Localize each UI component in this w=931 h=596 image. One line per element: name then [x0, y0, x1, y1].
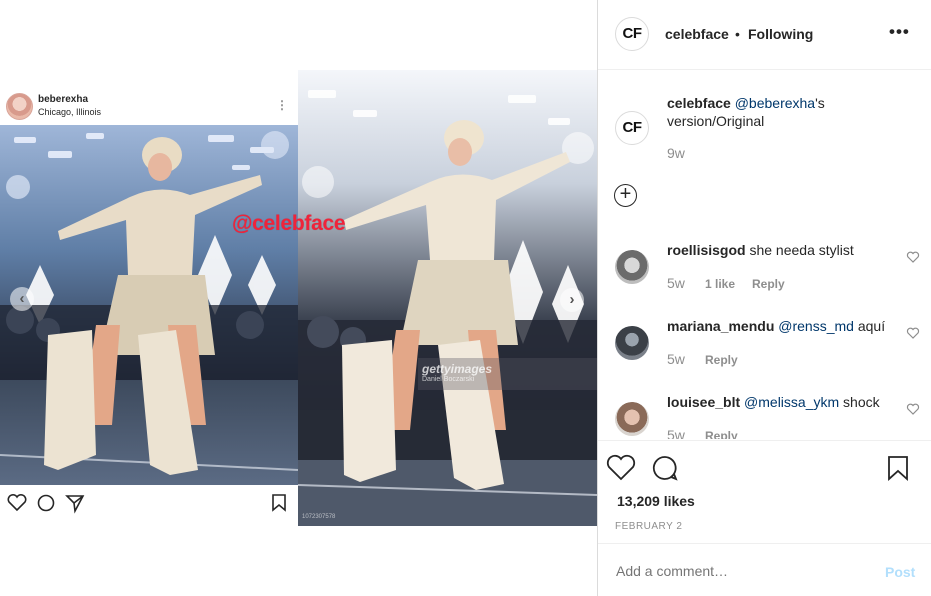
likes-count[interactable]: 13,209 likes [617, 493, 695, 509]
getty-credit: Daniel Boczarski [422, 376, 475, 383]
comment-item: mariana_mendu @renss_md aquí 5w Reply [598, 306, 931, 376]
post-sidebar: CF celebface • Following ••• CF celebfac… [597, 0, 931, 596]
caption-username[interactable]: celebface [667, 95, 731, 111]
following-button[interactable]: Following [748, 26, 813, 42]
comment-username[interactable]: louisee_blt [667, 394, 740, 410]
comments-list[interactable]: roellisisgod she needa stylist 5w 1 like… [598, 230, 931, 439]
caption-avatar[interactable]: CF [615, 111, 649, 145]
separator-dot: • [735, 26, 740, 42]
getty-photo: gettyimages Daniel Boczarski 1072307578 … [298, 70, 597, 526]
getty-watermark: gettyimages [422, 362, 493, 376]
embedded-location: Chicago, Illinois [38, 107, 102, 117]
comment-timestamp[interactable]: 5w [667, 351, 685, 367]
post-header: CF celebface • Following ••• [598, 0, 931, 70]
embedded-post-header: beberexha Chicago, Illinois ⋮ [0, 88, 298, 125]
caption-text-line2: version/Original [667, 113, 765, 129]
embedded-username: beberexha [38, 94, 89, 105]
comment-timestamp[interactable]: 5w [667, 427, 685, 439]
embedded-original-post: beberexha Chicago, Illinois ⋮ ‹ [0, 88, 298, 528]
heart-icon [7, 493, 27, 512]
avatar[interactable] [615, 326, 649, 360]
comment-icon [37, 494, 55, 512]
comment-like-count[interactable]: 1 like [705, 277, 735, 291]
comment-body: shock [843, 394, 880, 410]
load-more-comments-button[interactable]: + [614, 184, 637, 207]
reply-button[interactable]: Reply [752, 277, 785, 291]
getty-image-id: 1072307578 [302, 514, 336, 520]
post-comment-button[interactable]: Post [885, 564, 915, 580]
concert-photo-right [298, 70, 597, 526]
caption-timestamp[interactable]: 9w [667, 145, 685, 161]
comment-timestamp[interactable]: 5w [667, 275, 685, 291]
comment-button[interactable] [652, 456, 678, 481]
caption-suffix: 's [815, 95, 825, 111]
comment-username[interactable]: mariana_mendu [667, 318, 774, 334]
action-icons [606, 454, 908, 482]
heart-icon[interactable] [906, 326, 920, 340]
save-button[interactable] [888, 456, 908, 482]
instagram-post-view: beberexha Chicago, Illinois ⋮ ‹ gettyima… [0, 0, 931, 596]
comment-item: louisee_blt @melissa_ykm shock 5w Reply [598, 382, 931, 439]
like-button[interactable] [606, 454, 636, 481]
avatar[interactable] [615, 250, 649, 284]
embedded-action-icons [7, 493, 286, 514]
comment-text: roellisisgod she needa stylist [667, 242, 854, 258]
add-comment-bar: Post [598, 543, 931, 596]
post-actions: 13,209 likes FEBRUARY 2 [598, 440, 931, 543]
heart-icon[interactable] [906, 250, 920, 264]
avatar[interactable]: CF [615, 17, 649, 51]
embedded-avatar [6, 93, 33, 120]
comment-mention[interactable]: @renss_md [778, 318, 854, 334]
heart-icon[interactable] [906, 402, 920, 416]
embedded-post-actions [0, 490, 298, 516]
comment-mention[interactable]: @melissa_ykm [744, 394, 839, 410]
reply-button[interactable]: Reply [705, 429, 738, 439]
chevron-left-icon[interactable]: ‹ [10, 287, 34, 311]
share-icon [65, 495, 85, 514]
comment-item: roellisisgod she needa stylist 5w 1 like… [598, 230, 931, 300]
author-username[interactable]: celebface [665, 26, 729, 42]
comment-username[interactable]: roellisisgod [667, 242, 746, 258]
comment-input[interactable] [616, 563, 866, 579]
avatar[interactable] [615, 402, 649, 436]
post-media[interactable]: beberexha Chicago, Illinois ⋮ ‹ gettyima… [0, 0, 597, 596]
concert-photo-left [0, 125, 298, 485]
comment-text: louisee_blt @melissa_ykm shock [667, 394, 880, 410]
caption-text: celebface @beberexha's [667, 95, 825, 111]
chevron-right-icon[interactable]: › [560, 288, 584, 312]
bookmark-icon [272, 494, 286, 512]
post-date[interactable]: FEBRUARY 2 [615, 521, 682, 532]
comment-body: aquí [857, 318, 886, 334]
kebab-icon: ⋮ [276, 98, 288, 112]
comment-body: she needa stylist [749, 242, 854, 258]
caption-mention[interactable]: @beberexha [735, 95, 815, 111]
more-options-icon[interactable]: ••• [889, 22, 910, 42]
celebface-watermark: @celebface [232, 212, 346, 235]
comment-text: mariana_mendu @renss_md aquí [667, 318, 885, 334]
embedded-photo: ‹ [0, 125, 298, 485]
reply-button[interactable]: Reply [705, 353, 738, 367]
